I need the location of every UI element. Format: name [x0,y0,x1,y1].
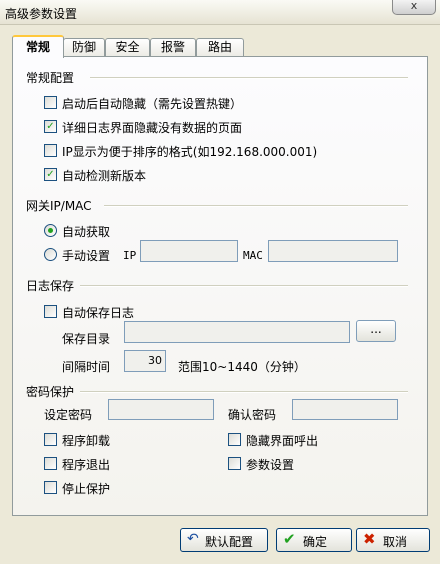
default-config-button[interactable]: ↶ 默认配置 [180,528,268,552]
tab-defense[interactable]: 防御 [63,38,105,56]
checkbox-label: 隐藏界面呼出 [246,434,319,448]
section-divider [104,205,408,207]
checkbox-protect-settings[interactable] [228,457,241,470]
save-dir-label: 保存目录 [62,332,111,346]
checkbox-label: 启动后自动隐藏（需先设置热键） [62,97,243,111]
checkbox-label: 停止保护 [62,482,111,496]
browse-button[interactable]: ... [356,320,396,342]
cancel-label: 取消 [383,535,408,549]
radio-dot [48,228,53,233]
section-divider [80,391,408,393]
ip-label: IP [123,249,137,262]
checkbox-hide-empty-pages[interactable]: ✓ [44,120,57,133]
default-config-label: 默认配置 [205,535,254,549]
interval-input[interactable]: 30 [124,350,166,372]
gateway-ip-input[interactable] [140,240,238,262]
set-password-label: 设定密码 [44,408,93,422]
checkbox-auto-update[interactable]: ✓ [44,168,57,181]
checkbox-protect-uninstall[interactable] [44,433,57,446]
section-divider [90,77,408,79]
checkbox-label: 参数设置 [246,458,295,472]
radio-auto-obtain[interactable] [44,224,57,237]
radio-label: 自动获取 [62,225,111,239]
confirm-password-input[interactable] [292,399,398,420]
close-icon: x [410,0,418,12]
tab-routing[interactable]: 路由 [196,38,244,56]
tab-security[interactable]: 安全 [105,38,150,56]
checkbox-auto-hide[interactable] [44,96,57,109]
save-dir-input[interactable] [124,321,350,343]
interval-value: 30 [148,354,162,367]
checkbox-label: 详细日志界面隐藏没有数据的页面 [62,121,243,135]
mac-label: MAC [243,249,263,262]
interval-label: 间隔时间 [62,360,111,374]
cross-icon: ✖ [363,530,376,548]
checkbox-protect-stop[interactable] [44,481,57,494]
interval-range-text: 范围10~1440（分钟） [178,360,306,374]
title-bar: 高级参数设置 x [0,0,440,25]
cancel-button[interactable]: ✖ 取消 [356,528,430,552]
checkbox-label: 自动保存日志 [62,306,135,320]
undo-icon: ↶ [187,531,199,547]
confirm-password-label: 确认密码 [228,408,277,422]
tab-general[interactable]: 常规 [12,35,64,58]
set-password-input[interactable] [108,399,214,420]
radio-label: 手动设置 [62,249,111,263]
section-title-password: 密码保护 [26,385,75,399]
checkbox-auto-save-log[interactable] [44,305,57,318]
section-title-gateway: 网关IP/MAC [26,199,92,213]
checkbox-label: 程序卸载 [62,434,111,448]
section-divider [80,285,408,287]
checkbox-label: 自动检测新版本 [62,169,147,183]
section-title-general: 常规配置 [26,71,75,85]
checkmark-icon: ✔ [283,530,296,548]
radio-manual[interactable] [44,248,57,261]
window-title: 高级参数设置 [5,7,78,21]
ok-label: 确定 [303,535,328,549]
checkbox-label: IP显示为便于排序的格式(如192.168.000.001) [62,145,318,159]
settings-window: 高级参数设置 x 常规 防御 安全 报警 路由 常规配置 启动后自动隐藏（需先设… [0,0,440,564]
section-title-log: 日志保存 [26,279,75,293]
checkbox-label: 程序退出 [62,458,111,472]
gateway-mac-input[interactable] [268,240,398,262]
tab-alarm[interactable]: 报警 [150,38,196,56]
close-button[interactable]: x [392,0,436,15]
browse-label: ... [370,322,382,336]
ok-button[interactable]: ✔ 确定 [276,528,352,552]
checkbox-ip-sortable-format[interactable] [44,144,57,157]
checkbox-protect-exit[interactable] [44,457,57,470]
checkbox-protect-show-ui[interactable] [228,433,241,446]
